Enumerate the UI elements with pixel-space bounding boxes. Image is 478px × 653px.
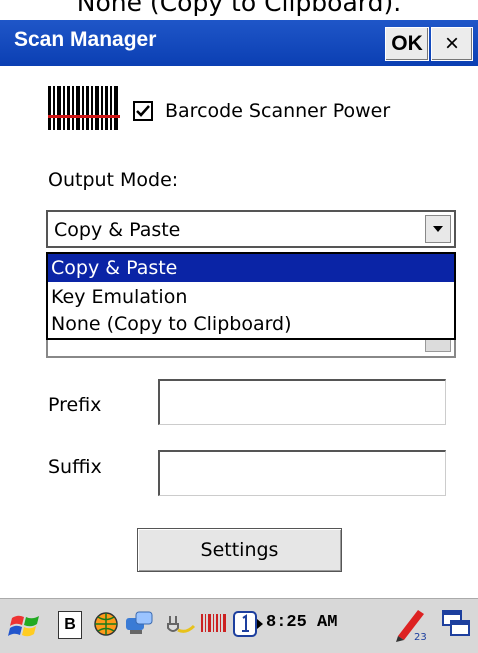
output-mode-label: Output Mode:	[48, 169, 179, 191]
close-button[interactable]: ×	[431, 27, 473, 61]
windows-start-icon[interactable]	[8, 612, 42, 640]
dropdown-option[interactable]: Copy & Paste	[48, 254, 454, 282]
prefix-label: Prefix	[48, 394, 102, 416]
svg-text:23: 23	[414, 632, 427, 642]
output-mode-dropdown-list: Copy & Paste Key Emulation None (Copy to…	[46, 252, 456, 340]
chevron-right-icon[interactable]	[256, 618, 264, 630]
dropdown-option[interactable]: None (Copy to Clipboard)	[48, 310, 454, 338]
dropdown-arrow-button[interactable]	[425, 215, 451, 243]
title-bar: Scan Manager OK ×	[0, 20, 478, 67]
output-mode-selected-value: Copy & Paste	[54, 219, 181, 241]
scanner-power-label: Barcode Scanner Power	[165, 100, 391, 122]
barcode-icon	[48, 86, 120, 130]
dialog-client-area: Barcode Scanner Power Output Mode: Copy …	[0, 66, 478, 596]
barcode-icon[interactable]	[200, 612, 228, 634]
scanner-power-checkbox[interactable]	[133, 101, 153, 121]
dropdown-option[interactable]: Key Emulation	[48, 283, 454, 311]
checkmark-icon	[136, 105, 150, 117]
globe-icon[interactable]	[92, 610, 120, 638]
power-plug-icon[interactable]	[166, 610, 196, 638]
windows-switch-icon[interactable]	[440, 608, 472, 640]
caption-text: None (Copy to Clipboard).	[76, 0, 402, 17]
prefix-input[interactable]	[158, 379, 446, 425]
network-icon[interactable]	[124, 610, 156, 638]
suffix-input[interactable]	[158, 450, 446, 496]
input-mode-button[interactable]: B	[58, 611, 82, 639]
ok-button[interactable]: OK	[385, 27, 429, 61]
output-mode-select[interactable]: Copy & Paste	[46, 210, 456, 248]
taskbar: B 8:25 AM 23	[0, 596, 478, 653]
window-title: Scan Manager	[14, 28, 157, 51]
settings-button[interactable]: Settings	[137, 528, 342, 572]
number-one-icon[interactable]	[232, 610, 258, 638]
suffix-label: Suffix	[48, 456, 102, 478]
input-panel-icon[interactable]: 23	[394, 606, 428, 642]
clock[interactable]: 8:25 AM	[266, 613, 337, 632]
chevron-down-icon	[433, 226, 443, 232]
